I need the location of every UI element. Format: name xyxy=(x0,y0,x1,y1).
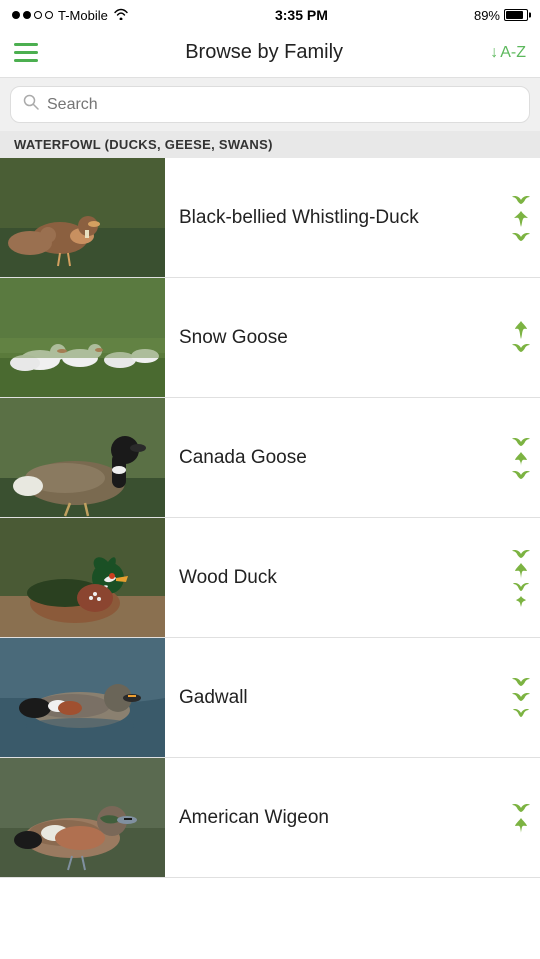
sil-4 xyxy=(512,594,530,608)
list-item[interactable]: Black-bellied Whistling-Duck xyxy=(0,158,540,278)
bird-photo-svg xyxy=(0,638,165,758)
bird-list: Black-bellied Whistling-Duck xyxy=(0,158,540,878)
bird-silhouettes-gadwall xyxy=(510,675,540,721)
sil-2 xyxy=(513,816,529,834)
sil-1 xyxy=(511,192,531,208)
search-bar[interactable] xyxy=(10,86,530,123)
bird-silhouettes-whistling-duck xyxy=(510,192,540,244)
sil-2 xyxy=(512,209,530,229)
bird-photo-svg xyxy=(0,158,165,278)
bird-photo-canada-goose xyxy=(0,398,165,518)
hamburger-line-1 xyxy=(14,43,38,46)
bird-photo-wood-duck xyxy=(0,518,165,638)
wifi-icon xyxy=(113,8,129,23)
bird-photo-svg xyxy=(0,758,165,878)
list-item[interactable]: Wood Duck xyxy=(0,518,540,638)
battery-icon xyxy=(504,9,528,21)
bird-silhouettes-american-wigeon xyxy=(510,801,540,834)
sil-1 xyxy=(511,675,531,689)
sil-2 xyxy=(511,690,531,704)
bird-silhouettes-canada-goose xyxy=(510,435,540,481)
menu-button[interactable] xyxy=(14,43,38,62)
status-time: 3:35 PM xyxy=(275,7,328,23)
bird-name-canada-goose: Canada Goose xyxy=(165,447,510,469)
sil-2 xyxy=(514,562,528,580)
bird-photo-whistling-duck xyxy=(0,158,165,278)
bird-name-gadwall: Gadwall xyxy=(165,687,510,709)
sil-1 xyxy=(511,801,531,815)
list-item[interactable]: American Wigeon xyxy=(0,758,540,878)
dot2 xyxy=(23,11,31,19)
list-item[interactable]: Snow Goose xyxy=(0,278,540,398)
dot1 xyxy=(12,11,20,19)
sort-arrow-icon: ↓ xyxy=(490,44,498,62)
list-item[interactable]: Gadwall xyxy=(0,638,540,758)
status-bar: T-Mobile 3:35 PM 89% xyxy=(0,0,540,28)
bird-photo-gadwall xyxy=(0,638,165,758)
bird-name-american-wigeon: American Wigeon xyxy=(165,807,510,829)
bird-silhouettes-wood-duck xyxy=(510,547,540,608)
sil-3 xyxy=(511,230,531,244)
sil-3 xyxy=(511,469,531,481)
bird-silhouettes-snow-goose xyxy=(510,320,540,355)
sil-1 xyxy=(511,547,531,561)
sort-az-button[interactable]: ↓ A-Z xyxy=(490,44,526,62)
sil-3 xyxy=(512,581,530,593)
list-item[interactable]: Canada Goose xyxy=(0,398,540,518)
status-right: 89% xyxy=(474,8,528,23)
dot4 xyxy=(45,11,53,19)
hamburger-line-2 xyxy=(14,51,38,54)
sort-label: A-Z xyxy=(500,44,526,62)
section-title: WATERFOWL (DUCKS, GEESE, SWANS) xyxy=(14,137,273,152)
bird-photo-snow-goose xyxy=(0,278,165,398)
hamburger-line-3 xyxy=(14,59,38,62)
carrier-name: T-Mobile xyxy=(58,8,108,23)
search-icon xyxy=(23,94,39,115)
status-left: T-Mobile xyxy=(12,8,129,23)
sil-2 xyxy=(513,450,529,468)
sil-1 xyxy=(511,435,531,449)
bird-photo-svg xyxy=(0,278,165,398)
search-container xyxy=(0,78,540,131)
sil-3 xyxy=(512,705,530,721)
section-header: WATERFOWL (DUCKS, GEESE, SWANS) xyxy=(0,131,540,158)
bird-name-snow-goose: Snow Goose xyxy=(165,327,510,349)
signal-dots xyxy=(12,11,53,19)
bird-name-whistling-duck: Black-bellied Whistling-Duck xyxy=(165,207,510,229)
search-input[interactable] xyxy=(47,96,517,114)
bird-photo-american-wigeon xyxy=(0,758,165,878)
bird-photo-svg xyxy=(0,518,165,638)
bird-photo-svg xyxy=(0,398,165,518)
dot3 xyxy=(34,11,42,19)
sil-2 xyxy=(511,341,531,355)
battery-percent: 89% xyxy=(474,8,500,23)
bird-name-wood-duck: Wood Duck xyxy=(165,567,510,589)
sil-1 xyxy=(513,320,529,340)
page-title: Browse by Family xyxy=(185,41,343,64)
header: Browse by Family ↓ A-Z xyxy=(0,28,540,78)
